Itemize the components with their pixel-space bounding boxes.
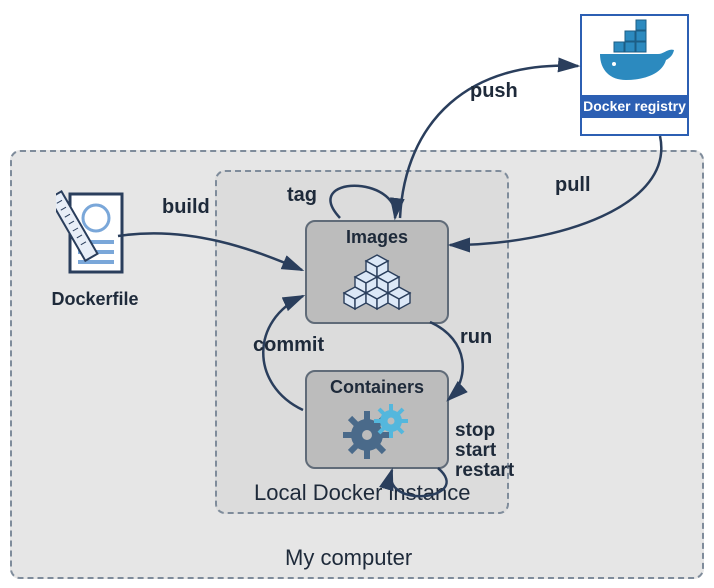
containers-title: Containers	[307, 377, 447, 398]
cube-pyramid-icon	[332, 302, 422, 319]
gears-icon	[337, 446, 417, 463]
containers-node: Containers	[305, 370, 449, 469]
build-label: build	[162, 196, 210, 219]
run-label: run	[460, 326, 492, 349]
diagram-canvas: My computer Local Docker instance	[0, 0, 714, 588]
dockerfile-node: Dockerfile	[35, 184, 155, 310]
my-computer-label: My computer	[285, 545, 412, 571]
docker-registry-label: Docker registry	[582, 95, 687, 118]
pull-label: pull	[555, 174, 591, 197]
stop-label: stop	[455, 420, 495, 442]
dockerfile-label: Dockerfile	[35, 289, 155, 310]
docker-whale-icon	[590, 73, 680, 90]
docker-registry-node: Docker registry	[580, 14, 689, 136]
start-label: start	[455, 440, 496, 462]
restart-label: restart	[455, 460, 514, 482]
images-title: Images	[307, 227, 447, 248]
commit-label: commit	[253, 334, 324, 357]
push-label: push	[470, 80, 518, 103]
local-docker-instance-label: Local Docker instance	[254, 480, 470, 506]
document-ruler-icon	[56, 267, 134, 284]
images-node: Images	[305, 220, 449, 324]
tag-label: tag	[287, 184, 317, 207]
